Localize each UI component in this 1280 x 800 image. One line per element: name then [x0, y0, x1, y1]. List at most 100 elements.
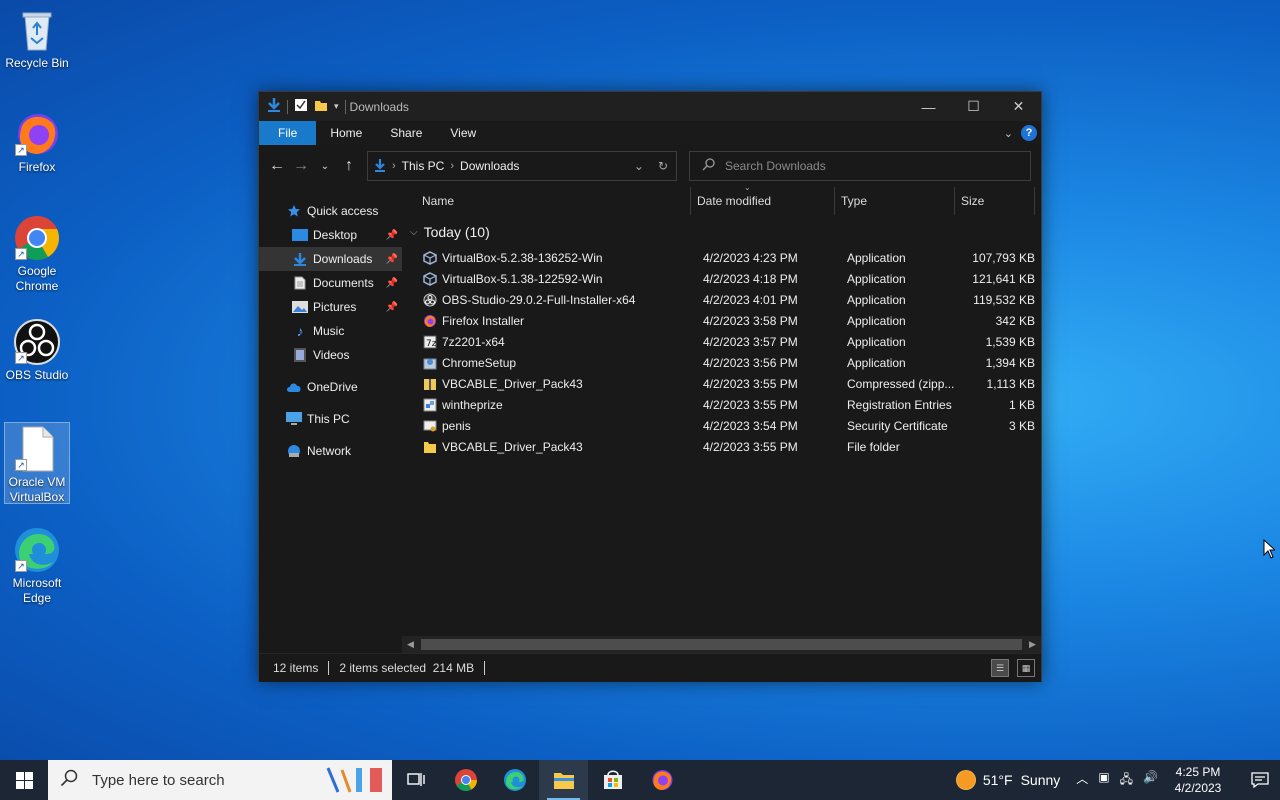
table-row[interactable]: wintheprize 4/2/2023 3:55 PM Registratio…	[402, 394, 1041, 415]
new-folder-icon[interactable]	[314, 98, 328, 115]
nav-documents[interactable]: Documents 📌	[259, 271, 402, 295]
taskbar-edge[interactable]	[490, 760, 539, 800]
table-row[interactable]: VirtualBox-5.2.38-136252-Win 4/2/2023 4:…	[402, 247, 1041, 268]
file-size: 1 KB	[1008, 397, 1035, 412]
forward-button[interactable]: →	[289, 152, 313, 180]
tab-file[interactable]: File	[259, 121, 317, 145]
pin-icon[interactable]: 📌	[386, 302, 398, 313]
clock[interactable]: 4:25 PM 4/2/2023	[1168, 764, 1228, 796]
table-row[interactable]: VBCABLE_Driver_Pack43 4/2/2023 3:55 PM C…	[402, 373, 1041, 394]
back-button[interactable]: ←	[265, 152, 289, 180]
desktop-icon-recycle-bin[interactable]: Recycle Bin	[4, 6, 70, 71]
scroll-right-icon[interactable]: ▶	[1024, 639, 1041, 650]
details-view-icon[interactable]: ☰	[991, 659, 1009, 677]
pin-icon[interactable]: 📌	[386, 230, 398, 241]
pictures-icon	[291, 299, 309, 315]
nav-this-pc[interactable]: This PC	[259, 407, 402, 431]
recent-locations-button[interactable]: ⌄	[313, 152, 337, 180]
nav-label: Videos	[313, 348, 350, 362]
file-date: 4/2/2023 3:54 PM	[703, 418, 798, 433]
address-dropdown-icon[interactable]: ⌄	[634, 159, 644, 173]
scrollbar-thumb[interactable]	[421, 639, 1022, 650]
properties-icon[interactable]	[294, 98, 308, 115]
nav-network[interactable]: Network	[259, 439, 402, 463]
pin-icon[interactable]: 📌	[386, 254, 398, 265]
weather-widget[interactable]: 51°F Sunny	[956, 771, 1061, 789]
nav-label: Downloads	[313, 252, 373, 266]
taskbar-search-box[interactable]	[48, 760, 392, 800]
pin-icon[interactable]: 📌	[386, 278, 398, 289]
scroll-left-icon[interactable]: ◀	[402, 639, 419, 650]
table-row[interactable]: VirtualBox-5.1.38-122592-Win 4/2/2023 4:…	[402, 268, 1041, 289]
divider	[328, 661, 330, 675]
tab-share[interactable]: Share	[376, 121, 436, 145]
large-icons-view-icon[interactable]: ▦	[1017, 659, 1035, 677]
nav-label: Pictures	[313, 300, 357, 314]
column-date-modified[interactable]: Date modified	[691, 187, 835, 215]
desktop-icon-obs-studio[interactable]: ↗ OBS Studio	[4, 318, 70, 383]
task-view-button[interactable]	[392, 760, 441, 800]
nav-quick-access[interactable]: Quick access	[259, 199, 402, 223]
table-row[interactable]: OBS-Studio-29.0.2-Full-Installer-x64 4/2…	[402, 289, 1041, 310]
maximize-button[interactable]: ☐	[951, 92, 996, 121]
column-size[interactable]: Size	[955, 187, 1035, 215]
search-input[interactable]	[725, 159, 1005, 173]
minimize-button[interactable]: —	[906, 92, 951, 121]
tab-view[interactable]: View	[436, 121, 490, 145]
breadcrumb-downloads[interactable]: Downloads	[460, 159, 519, 173]
horizontal-scrollbar[interactable]: ◀ ▶	[402, 636, 1041, 653]
chrome-icon: ↗	[13, 214, 61, 262]
weather-condition: Sunny	[1020, 772, 1061, 788]
table-row[interactable]: ChromeSetup 4/2/2023 3:56 PM Application…	[402, 352, 1041, 373]
network-icon[interactable]: 🖧	[1120, 770, 1133, 791]
notification-center-button[interactable]	[1240, 760, 1280, 800]
table-row[interactable]: penis 4/2/2023 3:54 PM Security Certific…	[402, 415, 1041, 436]
taskbar-firefox[interactable]	[637, 760, 686, 800]
edge-icon: ↗	[13, 526, 61, 574]
expand-ribbon-icon[interactable]: ⌄	[1004, 127, 1013, 140]
desktop-icon-firefox[interactable]: ↗ Firefox	[4, 110, 70, 175]
taskbar-store[interactable]	[588, 760, 637, 800]
nav-desktop[interactable]: Desktop 📌	[259, 223, 402, 247]
group-label: Today (10)	[423, 224, 490, 240]
desktop-icon-oracle-vm-virtualbox[interactable]: ↗ Oracle VM VirtualBox	[4, 422, 70, 504]
customize-dropdown-icon[interactable]: ▾	[334, 101, 339, 112]
column-name[interactable]: Name	[416, 187, 691, 215]
weather-temp: 51°F	[982, 772, 1013, 788]
file-type: File folder	[847, 439, 900, 454]
address-bar[interactable]: › This PC › Downloads ⌄ ↻	[367, 151, 677, 181]
certificate-icon	[422, 418, 438, 434]
breadcrumb-this-pc[interactable]: This PC	[402, 159, 445, 173]
nav-videos[interactable]: Videos	[259, 343, 402, 367]
table-row[interactable]: VBCABLE_Driver_Pack43 4/2/2023 3:55 PM F…	[402, 436, 1041, 457]
group-header-today[interactable]: ⌵ Today (10)	[402, 219, 1041, 245]
taskbar-chrome[interactable]	[441, 760, 490, 800]
meet-now-icon[interactable]: ▣	[1098, 770, 1109, 791]
refresh-icon[interactable]: ↻	[658, 159, 668, 173]
chevron-down-icon: ⌵	[410, 226, 418, 238]
up-button[interactable]: ↑	[337, 152, 361, 180]
nav-onedrive[interactable]: OneDrive	[259, 375, 402, 399]
volume-icon[interactable]: 🔊	[1143, 770, 1158, 791]
help-icon[interactable]: ?	[1021, 125, 1037, 141]
close-button[interactable]: ✕	[996, 92, 1041, 121]
chevron-up-icon[interactable]: ︿	[1076, 770, 1088, 791]
ribbon-right-controls: ⌄ ?	[1004, 121, 1041, 145]
table-row[interactable]: Firefox Installer 4/2/2023 3:58 PM Appli…	[402, 310, 1041, 331]
file-name: OBS-Studio-29.0.2-Full-Installer-x64	[442, 292, 636, 307]
taskbar-search-input[interactable]	[92, 771, 292, 789]
virtualbox-icon	[422, 250, 438, 266]
start-button[interactable]	[0, 760, 48, 800]
table-row[interactable]: 7z 7z2201-x64 4/2/2023 3:57 PM Applicatio…	[402, 331, 1041, 352]
nav-pictures[interactable]: Pictures 📌	[259, 295, 402, 319]
nav-downloads[interactable]: Downloads 📌	[259, 247, 402, 271]
desktop-icon-google-chrome[interactable]: ↗ Google Chrome	[4, 214, 70, 294]
search-box[interactable]	[689, 151, 1031, 181]
tab-home[interactable]: Home	[316, 121, 376, 145]
taskbar-file-explorer[interactable]	[539, 760, 588, 800]
nav-music[interactable]: ♪ Music	[259, 319, 402, 343]
column-type[interactable]: Type	[835, 187, 955, 215]
desktop-icon-microsoft-edge[interactable]: ↗ Microsoft Edge	[4, 526, 70, 606]
file-name: Firefox Installer	[442, 313, 525, 328]
obs-icon: ↗	[13, 318, 61, 366]
